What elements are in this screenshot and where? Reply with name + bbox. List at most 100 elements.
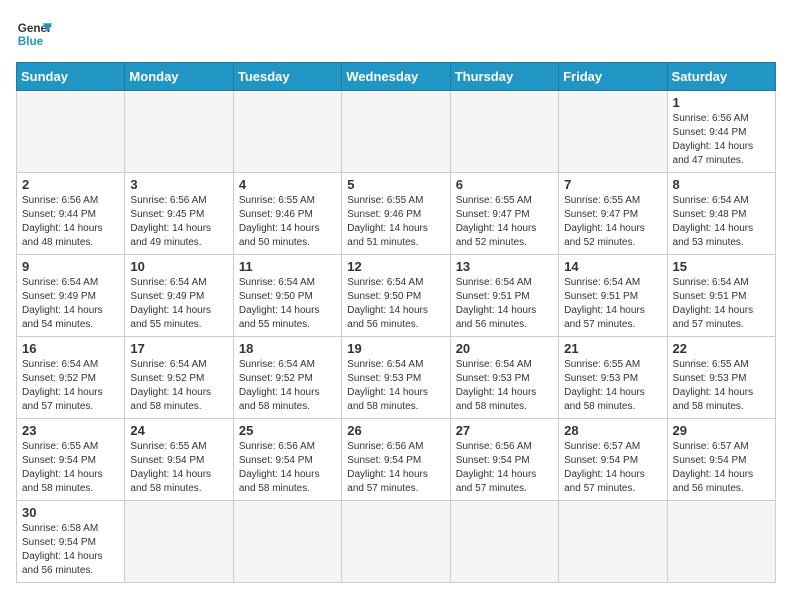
calendar-week-5: 23 Sunrise: 6:55 AM Sunset: 9:54 PM Dayli… bbox=[17, 419, 776, 501]
day-number: 1 bbox=[673, 95, 770, 110]
day-number: 6 bbox=[456, 177, 553, 192]
day-info: Sunrise: 6:55 AM Sunset: 9:47 PM Dayligh… bbox=[456, 194, 553, 250]
day-number: 20 bbox=[456, 341, 553, 356]
calendar-cell: 15 Sunrise: 6:54 AM Sunset: 9:51 PM Dayli… bbox=[667, 255, 775, 337]
day-number: 5 bbox=[347, 177, 444, 192]
calendar-cell: 14 Sunrise: 6:54 AM Sunset: 9:51 PM Dayli… bbox=[559, 255, 667, 337]
calendar-cell bbox=[559, 501, 667, 583]
day-info: Sunrise: 6:54 AM Sunset: 9:50 PM Dayligh… bbox=[347, 276, 444, 332]
day-number: 25 bbox=[239, 423, 336, 438]
day-info: Sunrise: 6:54 AM Sunset: 9:51 PM Dayligh… bbox=[456, 276, 553, 332]
calendar-cell bbox=[233, 91, 341, 173]
day-info: Sunrise: 6:55 AM Sunset: 9:47 PM Dayligh… bbox=[564, 194, 661, 250]
day-number: 7 bbox=[564, 177, 661, 192]
calendar-cell: 29Sunrise: 6:57 AM Sunset: 9:54 PM Dayli… bbox=[667, 419, 775, 501]
calendar-cell: 28 Sunrise: 6:57 AM Sunset: 9:54 PM Dayli… bbox=[559, 419, 667, 501]
day-number: 30 bbox=[22, 505, 119, 520]
day-info: Sunrise: 6:56 AM Sunset: 9:45 PM Dayligh… bbox=[130, 194, 227, 250]
day-number: 27 bbox=[456, 423, 553, 438]
day-number: 21 bbox=[564, 341, 661, 356]
calendar-cell: 13 Sunrise: 6:54 AM Sunset: 9:51 PM Dayli… bbox=[450, 255, 558, 337]
day-info: Sunrise: 6:54 AM Sunset: 9:51 PM Dayligh… bbox=[673, 276, 770, 332]
day-info: Sunrise: 6:54 AM Sunset: 9:52 PM Dayligh… bbox=[130, 358, 227, 414]
day-info: Sunrise: 6:56 AM Sunset: 9:44 PM Dayligh… bbox=[673, 112, 770, 168]
calendar-cell: 11 Sunrise: 6:54 AM Sunset: 9:50 PM Dayli… bbox=[233, 255, 341, 337]
day-number: 4 bbox=[239, 177, 336, 192]
calendar-cell: 19 Sunrise: 6:54 AM Sunset: 9:53 PM Dayli… bbox=[342, 337, 450, 419]
weekday-header-wednesday: Wednesday bbox=[342, 63, 450, 91]
svg-text:Blue: Blue bbox=[18, 35, 44, 48]
day-number: 22 bbox=[673, 341, 770, 356]
day-number: 2 bbox=[22, 177, 119, 192]
calendar-cell: 26Sunrise: 6:56 AM Sunset: 9:54 PM Dayli… bbox=[342, 419, 450, 501]
weekday-header-saturday: Saturday bbox=[667, 63, 775, 91]
day-info: Sunrise: 6:55 AM Sunset: 9:54 PM Dayligh… bbox=[22, 440, 119, 496]
day-number: 8 bbox=[673, 177, 770, 192]
day-info: Sunrise: 6:54 AM Sunset: 9:53 PM Dayligh… bbox=[347, 358, 444, 414]
calendar-cell: 5 Sunrise: 6:55 AM Sunset: 9:46 PM Daylig… bbox=[342, 173, 450, 255]
calendar-cell: 7 Sunrise: 6:55 AM Sunset: 9:47 PM Daylig… bbox=[559, 173, 667, 255]
calendar-cell bbox=[17, 91, 125, 173]
day-info: Sunrise: 6:54 AM Sunset: 9:48 PM Dayligh… bbox=[673, 194, 770, 250]
day-number: 16 bbox=[22, 341, 119, 356]
calendar-cell bbox=[450, 501, 558, 583]
day-number: 3 bbox=[130, 177, 227, 192]
day-number: 10 bbox=[130, 259, 227, 274]
day-number: 19 bbox=[347, 341, 444, 356]
calendar-cell bbox=[342, 91, 450, 173]
day-number: 18 bbox=[239, 341, 336, 356]
weekday-header-monday: Monday bbox=[125, 63, 233, 91]
header: General Blue bbox=[16, 16, 776, 52]
calendar-cell: 16Sunrise: 6:54 AM Sunset: 9:52 PM Dayli… bbox=[17, 337, 125, 419]
calendar-cell: 4 Sunrise: 6:55 AM Sunset: 9:46 PM Daylig… bbox=[233, 173, 341, 255]
calendar-cell: 1 Sunrise: 6:56 AM Sunset: 9:44 PM Daylig… bbox=[667, 91, 775, 173]
calendar-cell: 21 Sunrise: 6:55 AM Sunset: 9:53 PM Dayli… bbox=[559, 337, 667, 419]
day-number: 13 bbox=[456, 259, 553, 274]
calendar-week-2: 2Sunrise: 6:56 AM Sunset: 9:44 PM Daylig… bbox=[17, 173, 776, 255]
day-info: Sunrise: 6:55 AM Sunset: 9:46 PM Dayligh… bbox=[239, 194, 336, 250]
day-number: 24 bbox=[130, 423, 227, 438]
logo: General Blue bbox=[16, 16, 52, 52]
day-number: 28 bbox=[564, 423, 661, 438]
day-info: Sunrise: 6:54 AM Sunset: 9:49 PM Dayligh… bbox=[22, 276, 119, 332]
day-info: Sunrise: 6:55 AM Sunset: 9:46 PM Dayligh… bbox=[347, 194, 444, 250]
calendar-cell bbox=[342, 501, 450, 583]
day-info: Sunrise: 6:57 AM Sunset: 9:54 PM Dayligh… bbox=[564, 440, 661, 496]
day-number: 23 bbox=[22, 423, 119, 438]
calendar-cell bbox=[233, 501, 341, 583]
day-info: Sunrise: 6:56 AM Sunset: 9:54 PM Dayligh… bbox=[456, 440, 553, 496]
calendar-cell: 17Sunrise: 6:54 AM Sunset: 9:52 PM Dayli… bbox=[125, 337, 233, 419]
day-info: Sunrise: 6:54 AM Sunset: 9:53 PM Dayligh… bbox=[456, 358, 553, 414]
calendar-cell bbox=[125, 91, 233, 173]
calendar-cell: 20 Sunrise: 6:54 AM Sunset: 9:53 PM Dayli… bbox=[450, 337, 558, 419]
day-number: 15 bbox=[673, 259, 770, 274]
calendar-cell: 8 Sunrise: 6:54 AM Sunset: 9:48 PM Daylig… bbox=[667, 173, 775, 255]
calendar-cell: 30Sunrise: 6:58 AM Sunset: 9:54 PM Dayli… bbox=[17, 501, 125, 583]
day-info: Sunrise: 6:54 AM Sunset: 9:52 PM Dayligh… bbox=[239, 358, 336, 414]
calendar-week-6: 30Sunrise: 6:58 AM Sunset: 9:54 PM Dayli… bbox=[17, 501, 776, 583]
day-info: Sunrise: 6:54 AM Sunset: 9:50 PM Dayligh… bbox=[239, 276, 336, 332]
calendar-cell: 18 Sunrise: 6:54 AM Sunset: 9:52 PM Dayli… bbox=[233, 337, 341, 419]
weekday-header-thursday: Thursday bbox=[450, 63, 558, 91]
calendar-cell bbox=[559, 91, 667, 173]
weekday-header-friday: Friday bbox=[559, 63, 667, 91]
day-info: Sunrise: 6:55 AM Sunset: 9:54 PM Dayligh… bbox=[130, 440, 227, 496]
day-info: Sunrise: 6:54 AM Sunset: 9:51 PM Dayligh… bbox=[564, 276, 661, 332]
day-info: Sunrise: 6:55 AM Sunset: 9:53 PM Dayligh… bbox=[564, 358, 661, 414]
day-number: 11 bbox=[239, 259, 336, 274]
calendar-cell: 9Sunrise: 6:54 AM Sunset: 9:49 PM Daylig… bbox=[17, 255, 125, 337]
calendar-week-3: 9Sunrise: 6:54 AM Sunset: 9:49 PM Daylig… bbox=[17, 255, 776, 337]
calendar-cell: 3 Sunrise: 6:56 AM Sunset: 9:45 PM Daylig… bbox=[125, 173, 233, 255]
calendar-cell: 10Sunrise: 6:54 AM Sunset: 9:49 PM Dayli… bbox=[125, 255, 233, 337]
calendar-table: SundayMondayTuesdayWednesdayThursdayFrid… bbox=[16, 62, 776, 583]
calendar-week-1: 1 Sunrise: 6:56 AM Sunset: 9:44 PM Daylig… bbox=[17, 91, 776, 173]
weekday-header-sunday: Sunday bbox=[17, 63, 125, 91]
calendar-cell: 6 Sunrise: 6:55 AM Sunset: 9:47 PM Daylig… bbox=[450, 173, 558, 255]
calendar-cell: 12Sunrise: 6:54 AM Sunset: 9:50 PM Dayli… bbox=[342, 255, 450, 337]
day-info: Sunrise: 6:55 AM Sunset: 9:53 PM Dayligh… bbox=[673, 358, 770, 414]
day-number: 26 bbox=[347, 423, 444, 438]
calendar-cell: 2Sunrise: 6:56 AM Sunset: 9:44 PM Daylig… bbox=[17, 173, 125, 255]
calendar-cell: 27 Sunrise: 6:56 AM Sunset: 9:54 PM Dayli… bbox=[450, 419, 558, 501]
day-number: 14 bbox=[564, 259, 661, 274]
weekday-header-tuesday: Tuesday bbox=[233, 63, 341, 91]
